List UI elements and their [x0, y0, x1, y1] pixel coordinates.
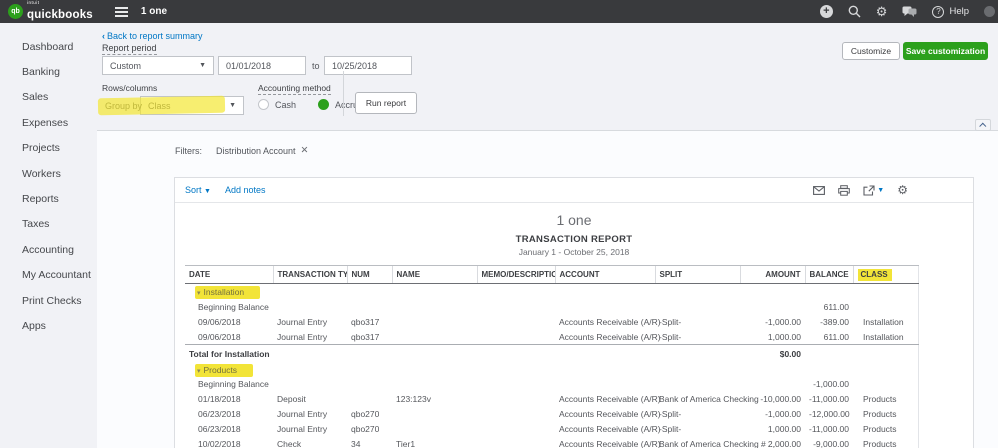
col-header-split: SPLIT — [655, 266, 740, 284]
run-report-button[interactable]: Run report — [355, 92, 417, 114]
report-settings-gear-icon[interactable]: ⚙ — [897, 184, 908, 196]
start-date-input[interactable]: 01/01/2018 — [218, 56, 306, 75]
vertical-divider — [343, 71, 344, 116]
group-toggle-products[interactable]: ▾Products — [195, 364, 253, 377]
chevron-down-icon: ▼ — [229, 102, 236, 109]
quickbooks-logo[interactable]: qb intuit quickbooks — [8, 1, 93, 23]
filters-row: Filters: Distribution Account ✕ — [175, 145, 309, 156]
chevron-down-icon: ▾ — [197, 290, 201, 297]
total-row-installation: Total for Installation$0.00 — [185, 345, 918, 362]
chevron-down-icon: ▾ — [197, 368, 201, 375]
filters-label: Filters: — [175, 146, 202, 156]
logo-text: intuit quickbooks — [27, 1, 93, 23]
col-header-name: NAME — [392, 266, 477, 284]
report-period-select[interactable]: Custom▼ — [102, 56, 214, 75]
rows-columns-label: Rows/columns — [102, 83, 157, 93]
report-area: Filters: Distribution Account ✕ Sort ▼ A… — [97, 131, 998, 448]
to-label: to — [312, 61, 320, 71]
table-row[interactable]: 01/18/2018Deposit123:123vAccounts Receiv… — [185, 392, 918, 407]
report-title: TRANSACTION REPORT — [175, 234, 973, 245]
table-row[interactable]: 09/06/2018Journal Entryqbo317Accounts Re… — [185, 329, 918, 345]
table-row[interactable]: 09/06/2018Journal Entryqbo317Accounts Re… — [185, 314, 918, 329]
customize-button[interactable]: Customize — [842, 42, 900, 60]
accounting-method-label: Accounting method — [258, 83, 331, 95]
col-header-num: NUM — [347, 266, 392, 284]
report-action-icons: ▼ ⚙ — [813, 184, 908, 196]
sidebar-item-expenses[interactable]: Expenses — [0, 110, 97, 135]
sidebar-item-banking[interactable]: Banking — [0, 59, 97, 84]
avatar[interactable] — [984, 6, 995, 17]
chevron-down-icon: ▼ — [199, 62, 206, 69]
col-header-class: CLASS — [853, 266, 918, 284]
collapse-panel-button[interactable] — [975, 119, 991, 131]
chat-icon[interactable] — [902, 6, 917, 18]
sidebar-item-taxes[interactable]: Taxes — [0, 212, 97, 237]
chevron-down-icon: ▼ — [204, 188, 211, 195]
sidebar-item-print-checks[interactable]: Print Checks — [0, 288, 97, 313]
sidebar-item-reports[interactable]: Reports — [0, 186, 97, 211]
sidebar-item-workers[interactable]: Workers — [0, 161, 97, 186]
col-header-amount: AMOUNT — [740, 266, 805, 284]
col-header-date: DATE — [185, 266, 273, 284]
print-icon[interactable] — [838, 185, 850, 196]
company-name: 1 one — [141, 6, 167, 17]
qb-logo-icon: qb — [8, 4, 23, 19]
sidebar: DashboardBankingSalesExpensesProjectsWor… — [0, 23, 97, 448]
help-menu[interactable]: ? Help — [932, 6, 969, 18]
col-header-account: ACCOUNT — [555, 266, 655, 284]
group-row-products: ▾Products — [185, 362, 918, 377]
sidebar-item-sales[interactable]: Sales — [0, 85, 97, 110]
gear-icon[interactable]: ⚙ — [876, 5, 888, 18]
hamburger-menu-icon[interactable] — [115, 7, 128, 17]
report-period-label: Report period — [102, 43, 157, 55]
search-icon[interactable] — [848, 5, 861, 18]
table-row[interactable]: 06/23/2018Journal Entryqbo270Accounts Re… — [185, 407, 918, 422]
filter-chip-distribution-account[interactable]: Distribution Account ✕ — [216, 145, 309, 156]
sort-menu[interactable]: Sort ▼ — [185, 185, 211, 195]
col-header-memo-description: MEMO/DESCRIPTION — [477, 266, 555, 284]
export-icon[interactable]: ▼ — [863, 185, 884, 196]
accounting-method-options: Cash Accrual — [258, 99, 365, 110]
sidebar-item-accounting[interactable]: Accounting — [0, 237, 97, 262]
email-icon[interactable] — [813, 186, 825, 195]
help-icon: ? — [932, 6, 944, 18]
group-by-label: Group by — [105, 101, 142, 111]
accrual-radio[interactable] — [318, 99, 329, 110]
cash-label: Cash — [275, 100, 296, 110]
group-row-installation: ▾Installation — [185, 284, 918, 300]
beginning-balance-row: Beginning Balance-1,000.00 — [185, 377, 918, 392]
report-card: Sort ▼ Add notes ▼ ⚙ 1 one TRANSACTION R… — [174, 177, 974, 448]
chevron-left-icon: ‹ — [102, 31, 105, 41]
report-date-range: January 1 - October 25, 2018 — [175, 247, 973, 257]
group-toggle-installation[interactable]: ▾Installation — [195, 286, 260, 299]
report-toolbar: Sort ▼ Add notes ▼ ⚙ — [175, 178, 973, 203]
sidebar-item-dashboard[interactable]: Dashboard — [0, 34, 97, 59]
col-header-transaction-type: TRANSACTION TYPE — [273, 266, 347, 284]
sidebar-item-my-accountant[interactable]: My Accountant — [0, 263, 97, 288]
chevron-down-icon: ▼ — [877, 187, 884, 194]
sidebar-item-apps[interactable]: Apps — [0, 313, 97, 338]
add-notes-link[interactable]: Add notes — [225, 185, 266, 195]
chevron-up-icon — [979, 122, 986, 129]
table-row[interactable]: 06/23/2018Journal Entryqbo270Accounts Re… — [185, 422, 918, 437]
report-company-title: 1 one — [175, 212, 973, 228]
beginning-balance-row: Beginning Balance611.00 — [185, 299, 918, 314]
group-by-select[interactable]: Class▼ — [140, 96, 244, 115]
table-header-row: DATETRANSACTION TYPENUMNAMEMEMO/DESCRIPT… — [185, 266, 918, 284]
col-header-balance: BALANCE — [805, 266, 853, 284]
cash-radio[interactable] — [258, 99, 269, 110]
create-plus-icon[interactable]: + — [820, 5, 833, 18]
save-customization-button[interactable]: Save customization — [903, 42, 988, 60]
remove-filter-icon[interactable]: ✕ — [301, 145, 309, 156]
back-to-report-summary-link[interactable]: ‹Back to report summary — [102, 31, 203, 41]
topbar: qb intuit quickbooks 1 one + ⚙ ? Help — [0, 0, 998, 23]
transaction-table: DATETRANSACTION TYPENUMNAMEMEMO/DESCRIPT… — [185, 265, 919, 448]
end-date-input[interactable]: 10/25/2018 — [324, 56, 412, 75]
table-row[interactable]: 10/02/2018Check34Tier1Accounts Receivabl… — [185, 437, 918, 448]
report-controls-panel: ‹Back to report summary Report period Cu… — [97, 23, 998, 131]
topbar-actions: + ⚙ ? Help — [820, 5, 988, 18]
sidebar-item-projects[interactable]: Projects — [0, 136, 97, 161]
